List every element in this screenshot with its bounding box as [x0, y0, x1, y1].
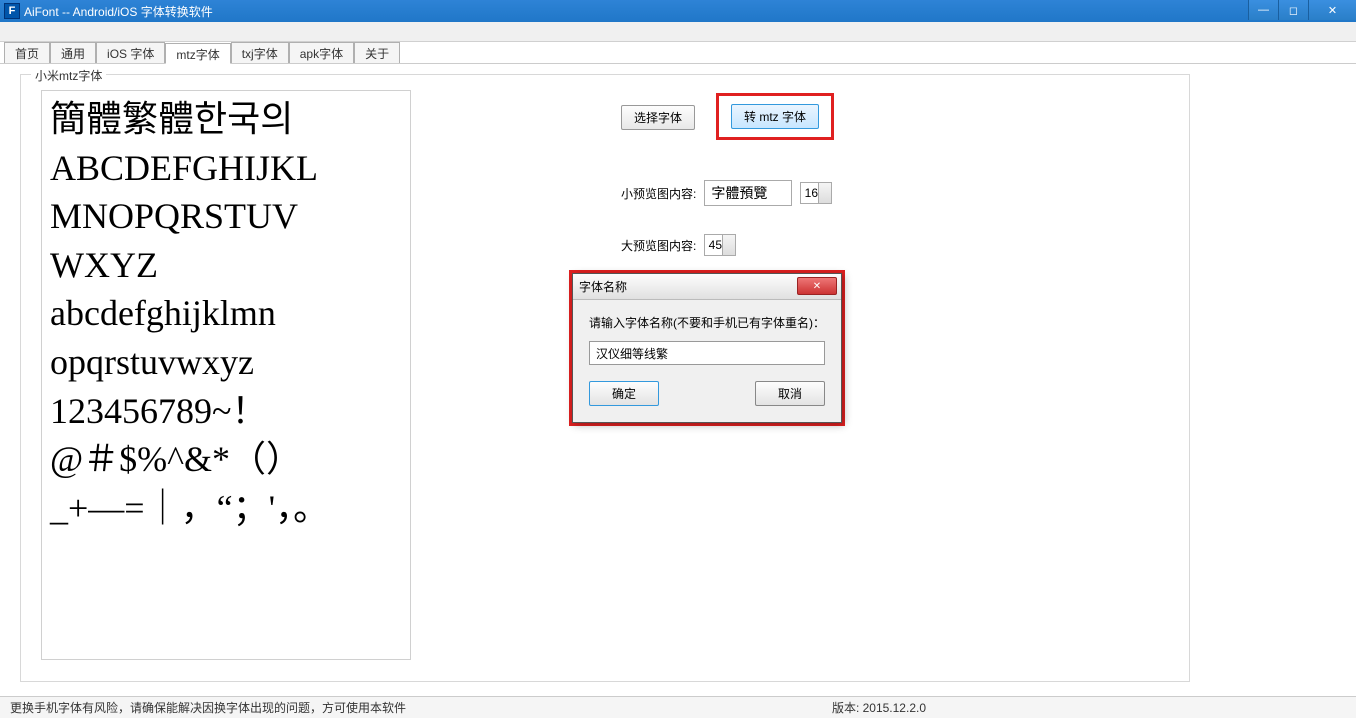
big-preview-size-spinner[interactable]: 45	[704, 234, 736, 256]
tab-home[interactable]: 首页	[4, 42, 50, 63]
small-preview-size-spinner[interactable]: 16	[800, 182, 832, 204]
menubar	[0, 22, 1356, 42]
dialog-cancel-button[interactable]: 取消	[755, 381, 825, 406]
tab-general[interactable]: 通用	[50, 42, 96, 63]
dialog-prompt: 请输入字体名称(不要和手机已有字体重名)：	[589, 314, 825, 331]
titlebar: F AiFont -- Android/iOS 字体转换软件 — ◻ ✕	[0, 0, 1356, 22]
font-name-input[interactable]	[589, 341, 825, 365]
statusbar: 更换手机字体有风险，请确保能解决因换字体出现的问题，方可使用本软件 版本: 20…	[0, 696, 1356, 718]
convert-mtz-button[interactable]: 转 mtz 字体	[731, 104, 819, 129]
font-name-dialog: 字体名称 ✕ 请输入字体名称(不要和手机已有字体重名)： 确定 取消	[572, 273, 842, 423]
window-controls: — ◻ ✕	[1248, 0, 1356, 20]
statusbar-version: 版本: 2015.12.2.0	[832, 699, 926, 716]
dialog-titlebar: 字体名称 ✕	[573, 274, 841, 300]
highlight-dialog: 字体名称 ✕ 请输入字体名称(不要和手机已有字体重名)： 确定 取消	[569, 270, 845, 426]
tab-bar: 首页 通用 iOS 字体 mtz字体 txj字体 apk字体 关于	[0, 42, 1356, 64]
app-icon: F	[4, 3, 20, 19]
highlight-convert-button: 转 mtz 字体	[716, 93, 834, 140]
close-button[interactable]: ✕	[1308, 0, 1356, 20]
dialog-ok-button[interactable]: 确定	[589, 381, 659, 406]
maximize-button[interactable]: ◻	[1278, 0, 1308, 20]
window-title: AiFont -- Android/iOS 字体转换软件	[24, 3, 213, 20]
tab-mtz-font[interactable]: mtz字体	[165, 43, 230, 64]
small-preview-input[interactable]	[704, 180, 792, 206]
select-font-button[interactable]: 选择字体	[621, 105, 695, 130]
dialog-buttons: 确定 取消	[589, 381, 825, 406]
dialog-close-button[interactable]: ✕	[797, 277, 837, 295]
statusbar-warning: 更换手机字体有风险，请确保能解决因换字体出现的问题，方可使用本软件	[10, 699, 406, 716]
big-preview-label: 大预览图内容:	[621, 237, 696, 254]
tab-about[interactable]: 关于	[354, 42, 400, 63]
small-preview-label: 小预览图内容:	[621, 185, 696, 202]
minimize-button[interactable]: —	[1248, 0, 1278, 20]
content-area: 小米mtz字体 簡體繁體한국의 ABCDEFGHIJKL MNOPQRSTUV …	[0, 64, 1356, 692]
tab-apk-font[interactable]: apk字体	[289, 42, 354, 63]
tab-ios-font[interactable]: iOS 字体	[96, 42, 165, 63]
tab-txj-font[interactable]: txj字体	[231, 42, 289, 63]
dialog-title-text: 字体名称	[579, 278, 627, 295]
fieldset-label: 小米mtz字体	[31, 67, 106, 84]
font-preview-large: 簡體繁體한국의 ABCDEFGHIJKL MNOPQRSTUV WXYZ abc…	[41, 90, 411, 660]
mtz-fieldset: 小米mtz字体 簡體繁體한국의 ABCDEFGHIJKL MNOPQRSTUV …	[20, 74, 1190, 682]
dialog-body: 请输入字体名称(不要和手机已有字体重名)： 确定 取消	[573, 300, 841, 422]
